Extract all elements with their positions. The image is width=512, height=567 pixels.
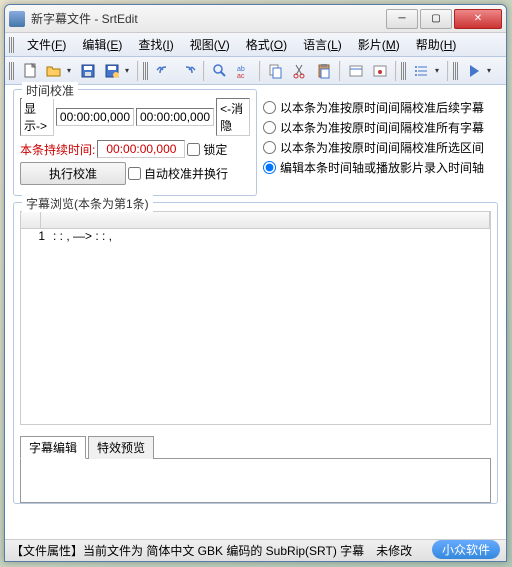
toolbar-grip-2[interactable] [143,62,149,80]
edit-tabs: 字幕编辑 特效预览 [20,435,491,459]
list-header[interactable] [20,211,491,229]
play-icon[interactable] [463,60,485,82]
app-window: 新字幕文件 - SrtEdit ─ ▢ ✕ 文件(F)编辑(E)查找(I)视图(… [4,4,507,562]
autowrap-checkbox[interactable]: 自动校准并换行 [128,165,228,182]
replace-icon[interactable]: abac [233,60,255,82]
tool-b-icon[interactable] [369,60,391,82]
status-text: 【文件属性】当前文件为 简体中文 GBK 编码的 SubRip(SRT) 字幕 … [11,542,412,559]
row-time: : : , —> : : , [45,229,112,243]
radio-edit[interactable]: 编辑本条时间轴或播放影片录入时间轴 [263,159,484,176]
toolbar-grip-4[interactable] [453,62,459,80]
menu-v[interactable]: 视图(V) [182,34,238,55]
duration-label: 本条持续时间: [20,141,95,158]
minimize-button[interactable]: ─ [386,9,418,29]
toolbar-grip[interactable] [9,62,15,80]
menu-m[interactable]: 影片(M) [350,34,408,55]
svg-text:ab: ab [237,66,245,73]
redo-icon[interactable] [177,60,199,82]
svg-text:ac: ac [237,73,245,79]
menu-f[interactable]: 文件(F) [19,34,74,55]
menu-l[interactable]: 语言(L) [295,34,350,55]
play-dropdown[interactable]: ▾ [487,66,495,75]
new-file-icon[interactable] [19,60,41,82]
tab-subtitle-edit[interactable]: 字幕编辑 [20,436,86,459]
open-dropdown[interactable]: ▾ [67,66,75,75]
toolbar: ▾ ▾ abac ▾ ▾ [5,57,506,85]
titlebar[interactable]: 新字幕文件 - SrtEdit ─ ▢ ✕ [5,5,506,33]
radio-selected[interactable]: 以本条为准按原时间间隔校准所选区间 [263,139,484,156]
menu-e[interactable]: 编辑(E) [74,34,130,55]
subtitle-edit-textarea[interactable] [20,459,491,503]
time-end[interactable]: 00:00:00,000 [136,108,214,126]
subtitle-browse-group: 字幕浏览(本条为第1条) 1 : : , —> : : , 字幕编辑 特效预览 [13,202,498,504]
radio-all[interactable]: 以本条为准按原时间间隔校准所有字幕 [263,119,484,136]
lock-checkbox[interactable]: 锁定 [187,141,227,158]
calibration-mode-radios: 以本条为准按原时间间隔校准后续字幕 以本条为准按原时间间隔校准所有字幕 以本条为… [263,89,484,202]
close-button[interactable]: ✕ [454,9,502,29]
menu-h[interactable]: 帮助(H) [408,34,465,55]
execute-calibration-button[interactable]: 执行校准 [20,162,126,185]
menu-o[interactable]: 格式(O) [238,34,295,55]
paste-icon[interactable] [313,60,335,82]
menubar-grip[interactable] [9,37,15,53]
browse-legend: 字幕浏览(本条为第1条) [22,195,153,212]
window-title: 新字幕文件 - SrtEdit [31,10,384,27]
list-dropdown[interactable]: ▾ [435,66,443,75]
duration-value: 00:00:00,000 [97,140,185,158]
menu-i[interactable]: 查找(I) [130,34,181,55]
tool-a-icon[interactable] [345,60,367,82]
time-calibration-group: 时间校准 显示-> 00:00:00,000 00:00:00,000 <-消隐… [13,89,257,196]
radio-following[interactable]: 以本条为准按原时间间隔校准后续字幕 [263,99,484,116]
time-start[interactable]: 00:00:00,000 [56,108,134,126]
cut-icon[interactable] [289,60,311,82]
save-icon[interactable] [77,60,99,82]
list-row[interactable]: 1 : : , —> : : , [21,229,490,243]
save-dropdown[interactable]: ▾ [125,66,133,75]
copy-icon[interactable] [265,60,287,82]
subtitle-list[interactable]: 1 : : , —> : : , [20,229,491,425]
find-icon[interactable] [209,60,231,82]
tab-fx-preview[interactable]: 特效预览 [88,436,154,459]
toolbar-grip-3[interactable] [401,62,407,80]
app-icon [9,11,25,27]
menubar: 文件(F)编辑(E)查找(I)视图(V)格式(O)语言(L)影片(M)帮助(H) [5,33,506,57]
save-as-icon[interactable] [101,60,123,82]
time-calib-legend: 时间校准 [22,82,78,99]
open-file-icon[interactable] [43,60,65,82]
list-icon[interactable] [411,60,433,82]
row-number: 1 [25,229,45,243]
hide-label: <-消隐 [216,98,250,136]
undo-icon[interactable] [153,60,175,82]
show-label: 显示-> [20,98,54,136]
statusbar: 【文件属性】当前文件为 简体中文 GBK 编码的 SubRip(SRT) 字幕 … [5,539,506,561]
watermark-badge: 小众软件 [432,540,500,559]
maximize-button[interactable]: ▢ [420,9,452,29]
